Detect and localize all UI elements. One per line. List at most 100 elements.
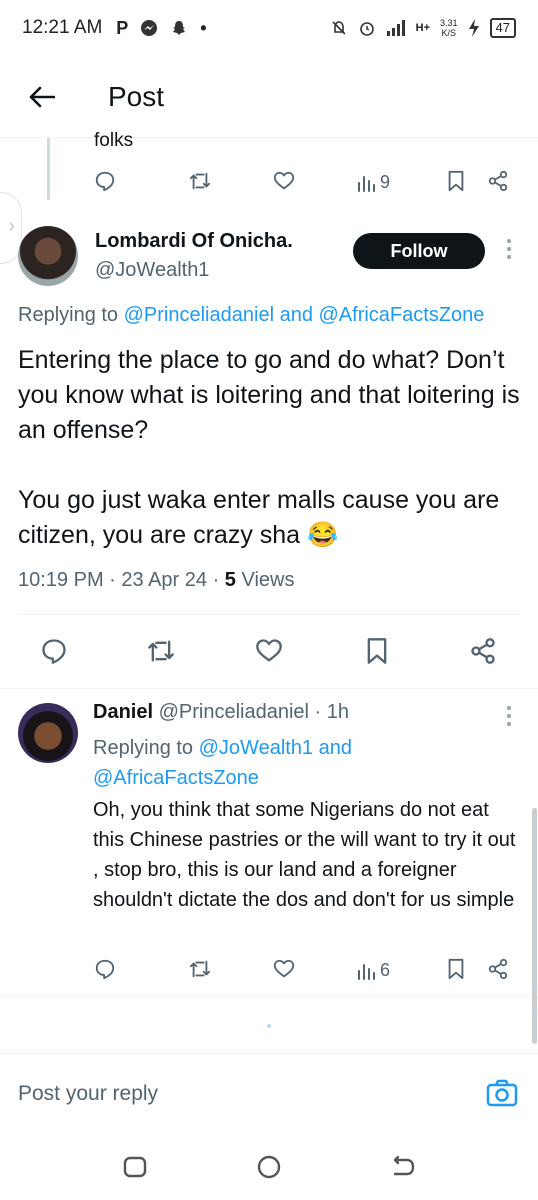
views-count: 9	[380, 172, 391, 192]
home-button[interactable]	[255, 1153, 283, 1181]
more-options-icon[interactable]	[502, 239, 516, 259]
share-icon	[488, 958, 508, 980]
bookmark-button[interactable]	[446, 170, 466, 192]
like-button[interactable]	[254, 637, 284, 665]
camera-icon	[486, 1079, 518, 1107]
arrow-left-icon	[29, 86, 55, 107]
charging-icon	[468, 19, 479, 37]
post-time: 10:19 PM	[18, 569, 104, 591]
share-icon	[471, 638, 495, 664]
reply-input[interactable]	[18, 1074, 468, 1114]
notification-icons: P •	[116, 18, 206, 39]
alarm-icon	[359, 22, 374, 36]
author-handle[interactable]: @Princeliadaniel	[159, 701, 309, 723]
back-gesture-icon	[393, 1155, 415, 1176]
author-name[interactable]: Lombardi Of Onicha.	[95, 230, 293, 253]
mention-link[interactable]: @AfricaFactsZone	[319, 304, 485, 326]
scrollbar[interactable]	[532, 808, 537, 1044]
page-title: Post	[108, 80, 165, 112]
repost-button[interactable]	[188, 170, 212, 192]
mute-icon	[332, 21, 346, 35]
replying-to: Replying to @Princeliadaniel and @Africa…	[18, 304, 485, 326]
avatar[interactable]	[18, 226, 78, 286]
mention-link[interactable]: @AfricaFactsZone	[93, 767, 259, 789]
heart-icon	[256, 639, 282, 662]
bookmark-button[interactable]	[446, 958, 466, 980]
recents-icon	[123, 1156, 147, 1178]
post-meta: 10:19 PM · 23 Apr 24 · 5 Views	[18, 569, 295, 591]
home-circle-icon	[257, 1155, 281, 1179]
status-time: 12:21 AM	[22, 17, 103, 38]
repost-icon	[189, 960, 211, 978]
reply-icon	[95, 171, 115, 192]
views-button[interactable]: 6	[357, 960, 390, 981]
replying-to: Replying to @JoWealth1 and @AfricaFactsZo…	[93, 737, 352, 789]
bookmark-icon	[448, 958, 464, 980]
top-app-bar: Post	[0, 56, 538, 138]
loading-indicator	[267, 1024, 271, 1028]
bookmark-icon	[448, 170, 464, 192]
reply-button[interactable]	[94, 170, 116, 192]
reply-button[interactable]	[94, 958, 116, 980]
like-button[interactable]	[272, 958, 296, 980]
post-date: 23 Apr 24	[121, 569, 208, 591]
reply-icon	[95, 959, 115, 980]
bookmark-icon	[367, 638, 387, 664]
battery-indicator: 47	[489, 18, 516, 38]
share-button[interactable]	[486, 170, 510, 192]
repost-button[interactable]	[146, 637, 176, 665]
net-speed: 3.31 K/S	[440, 18, 458, 38]
thread-connector-line	[47, 138, 50, 200]
reply-header: Daniel @Princeliadaniel · 1h	[93, 701, 349, 724]
bookmark-button[interactable]	[364, 637, 390, 665]
more-options-icon[interactable]	[502, 706, 516, 726]
analytics-icon	[358, 963, 375, 980]
divider	[0, 688, 538, 689]
share-button[interactable]	[486, 958, 510, 980]
mention-link[interactable]: @JoWealth1	[199, 737, 313, 759]
analytics-icon	[358, 175, 375, 192]
system-navigation-bar	[0, 1137, 538, 1200]
recents-button[interactable]	[121, 1153, 149, 1181]
reply-body: Oh, you think that some Nigerians do not…	[93, 799, 516, 911]
reply-button[interactable]	[40, 637, 68, 665]
author-name[interactable]: Daniel	[93, 701, 153, 723]
system-icons: H+ 3.31 K/S 47	[330, 18, 516, 38]
divider	[18, 614, 520, 615]
camera-button[interactable]	[485, 1076, 519, 1110]
back-button[interactable]	[0, 56, 84, 138]
repost-icon	[148, 640, 174, 662]
reply-age: · 1h	[314, 701, 350, 723]
status-bar: 12:21 AM P • H+ 3.31 K/S 47	[0, 0, 538, 56]
share-icon	[488, 170, 508, 192]
divider	[0, 996, 538, 997]
heart-icon	[273, 959, 295, 978]
mention-link[interactable]: @Princeliadaniel	[124, 304, 274, 326]
signal-icon	[386, 20, 405, 36]
more-notifications-dot: •	[200, 17, 207, 38]
repost-icon	[189, 172, 211, 190]
back-nav-button[interactable]	[389, 1153, 417, 1181]
reply-icon	[42, 639, 66, 664]
post-body: Entering the place to go and do what? Do…	[18, 343, 523, 553]
views-label[interactable]: Views	[236, 569, 294, 591]
follow-button[interactable]: Follow	[353, 233, 485, 269]
repost-button[interactable]	[188, 958, 212, 980]
share-button[interactable]	[468, 637, 498, 665]
like-button[interactable]	[272, 170, 296, 192]
p-app-icon: P	[116, 17, 129, 38]
author-handle[interactable]: @JoWealth1	[95, 259, 209, 282]
previous-post-text: folks	[94, 130, 134, 151]
messenger-icon	[141, 20, 158, 36]
avatar[interactable]	[18, 703, 78, 763]
post-paragraph: Entering the place to go and do what? Do…	[18, 346, 520, 444]
chevron-right-icon: ›	[8, 215, 15, 237]
post-paragraph: You go just waka enter malls cause you a…	[18, 486, 500, 549]
snapchat-icon	[173, 21, 186, 35]
reply-composer	[0, 1053, 538, 1137]
views-button[interactable]: 9	[357, 172, 390, 193]
heart-icon	[273, 171, 295, 190]
network-type: H+	[415, 22, 430, 34]
views-count: 6	[380, 960, 391, 980]
views-count[interactable]: 5	[225, 569, 236, 591]
